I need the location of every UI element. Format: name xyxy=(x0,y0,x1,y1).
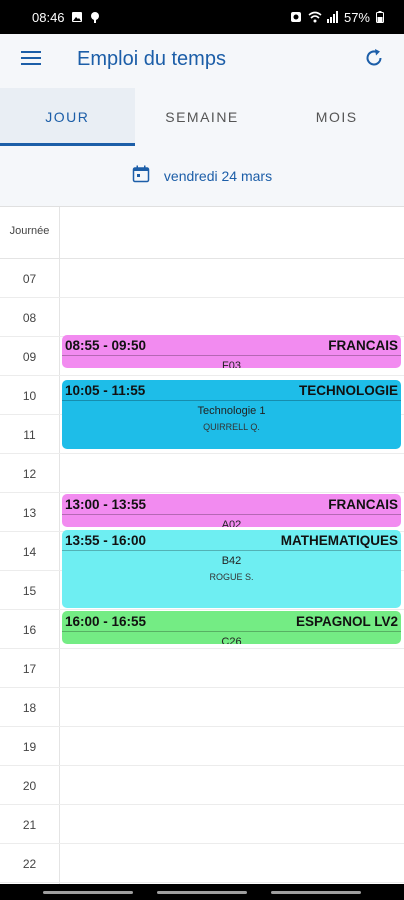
alarm-icon xyxy=(290,11,302,23)
hour-row: 19 xyxy=(0,727,404,766)
event-header: 08:55 - 09:50 FRANCAIS xyxy=(62,335,401,355)
event-time: 13:55 - 16:00 xyxy=(65,532,147,548)
tab-label: MOIS xyxy=(315,109,358,125)
timetable-grid: Journée 07 08 09 10 11 12 13 14 15 16 17 18 19 20 21 22… xyxy=(0,206,404,884)
tab-mois[interactable]: MOIS xyxy=(269,88,404,146)
hour-row: 12 xyxy=(0,454,404,493)
event-card[interactable]: 13:00 - 13:55 FRANCAIS A02 xyxy=(62,494,401,527)
event-subject: FRANCAIS xyxy=(328,337,398,353)
event-room: C26 xyxy=(221,636,242,644)
hour-label: 12 xyxy=(22,467,37,481)
event-room: Technologie 1 xyxy=(197,405,266,418)
event-separator xyxy=(62,631,401,632)
hour-row: 17 xyxy=(0,649,404,688)
notification-icon xyxy=(89,11,101,23)
event-separator xyxy=(62,549,401,551)
hamburger-icon xyxy=(21,50,41,71)
event-time: 10:05 - 11:55 xyxy=(65,383,146,399)
hour-row: 08 xyxy=(0,298,404,337)
event-subject: FRANCAIS xyxy=(328,497,398,512)
event-teacher: QUIRRELL Q. xyxy=(203,422,260,433)
nav-back-button[interactable] xyxy=(271,890,361,894)
hour-label: 11 xyxy=(23,428,36,442)
status-time: 08:46 xyxy=(32,9,65,25)
event-time: 16:00 - 16:55 xyxy=(65,614,147,629)
event-separator xyxy=(62,514,401,515)
event-separator xyxy=(62,354,401,356)
calendar-icon xyxy=(132,165,150,188)
hour-label: 16 xyxy=(22,623,37,637)
menu-button[interactable] xyxy=(18,47,44,73)
hour-label: 09 xyxy=(22,350,37,364)
battery-percent: 57% xyxy=(343,9,370,25)
hour-label: 13 xyxy=(22,506,37,520)
event-room: F03 xyxy=(222,359,241,368)
hour-label: 19 xyxy=(22,740,37,754)
event-separator xyxy=(62,400,401,402)
hour-row: 20 xyxy=(0,766,404,805)
system-nav-bar xyxy=(0,884,404,900)
hour-label: 20 xyxy=(22,779,37,793)
event-room: B42 xyxy=(221,554,242,567)
hour-row: 22 xyxy=(0,844,404,883)
date-label: vendredi 24 mars xyxy=(163,168,273,184)
tab-semaine[interactable]: SEMAINE xyxy=(135,88,270,146)
hour-label: 21 xyxy=(22,818,37,832)
hour-label: 08 xyxy=(22,311,37,325)
event-room: A02 xyxy=(221,519,242,527)
tab-label: SEMAINE xyxy=(165,109,239,125)
event-card[interactable]: 08:55 - 09:50 FRANCAIS F03 xyxy=(62,334,401,368)
wifi-icon xyxy=(308,11,322,23)
journee-row: Journée xyxy=(0,207,404,259)
status-bar: 08:46 57% xyxy=(0,0,404,34)
refresh-icon xyxy=(363,47,385,74)
event-time: 08:55 - 09:50 xyxy=(65,337,147,353)
hour-row: 21 xyxy=(0,805,404,844)
hour-label: 18 xyxy=(22,701,37,715)
event-time: 13:00 - 13:55 xyxy=(65,497,147,512)
tab-label: JOUR xyxy=(45,109,90,125)
event-header: 13:00 - 13:55 FRANCAIS xyxy=(62,494,401,514)
event-card[interactable]: 10:05 - 11:55 TECHNOLOGIE Technologie 1 QUI… xyxy=(62,380,401,449)
page-title: Emploi du temps xyxy=(77,48,226,70)
tab-jour[interactable]: JOUR xyxy=(0,88,135,146)
event-teacher: ROGUE S. xyxy=(209,571,254,582)
hour-row: 07 xyxy=(0,259,404,298)
hour-label: 10 xyxy=(22,389,37,403)
event-header: 13:55 - 16:00 MATHEMATIQUES xyxy=(62,530,401,550)
app-bar: Emploi du temps xyxy=(0,34,404,88)
event-card[interactable]: 16:00 - 16:55 ESPAGNOL LV2 C26 xyxy=(62,611,401,644)
hour-label: 07 xyxy=(22,272,37,286)
hour-label: 14 xyxy=(22,545,37,559)
nav-home-button[interactable] xyxy=(157,890,247,894)
event-header: 16:00 - 16:55 ESPAGNOL LV2 xyxy=(62,611,401,631)
event-subject: TECHNOLOGIE xyxy=(298,383,398,399)
hour-label: 22 xyxy=(22,857,37,871)
hour-label: 15 xyxy=(22,584,37,598)
event-header: 10:05 - 11:55 TECHNOLOGIE xyxy=(62,380,401,400)
event-subject: ESPAGNOL LV2 xyxy=(295,614,398,629)
journee-label: Journée xyxy=(9,225,50,237)
gallery-icon xyxy=(71,11,83,23)
date-selector[interactable]: vendredi 24 mars xyxy=(0,146,404,206)
view-tabs: JOUR SEMAINE MOIS xyxy=(0,88,404,146)
signal-icon xyxy=(326,11,338,23)
nav-recents-button[interactable] xyxy=(43,890,133,894)
battery-icon xyxy=(376,11,388,23)
event-subject: MATHEMATIQUES xyxy=(280,532,398,548)
hour-row: 18 xyxy=(0,688,404,727)
event-card[interactable]: 13:55 - 16:00 MATHEMATIQUES B42 ROGUE S. xyxy=(62,529,401,608)
hour-label: 17 xyxy=(22,662,37,676)
refresh-button[interactable] xyxy=(360,46,388,74)
